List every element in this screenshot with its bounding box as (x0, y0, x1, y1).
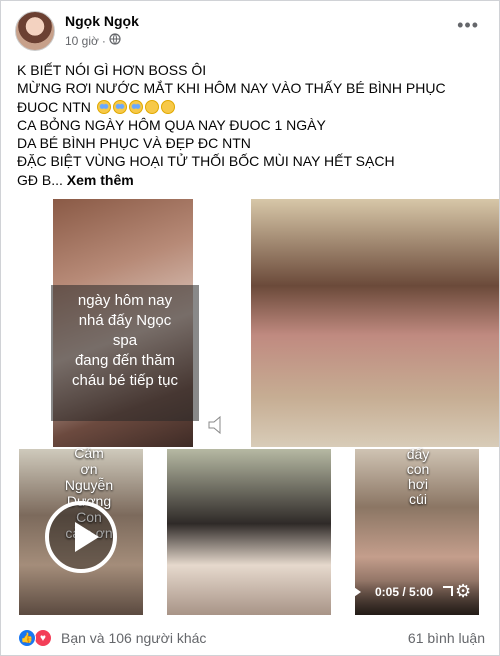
post-text-line: DA BÉ BÌNH PHỤC VÀ ĐẸP ĐC NTN (17, 135, 251, 152)
post-text-line: MỪNG RƠI NƯỚC MẮT KHI HÔM NAY VÀO THẤY B… (17, 80, 446, 97)
reaction-count[interactable]: Bạn và 106 người khác (61, 630, 206, 646)
post-time[interactable]: 10 giờ (65, 34, 99, 48)
video-time: 0:05 / 5:00 (375, 585, 434, 599)
post-text-line: ĐẶC BIỆT VÙNG HOẠI TỬ THỐI BỐC MÙI NAY H… (17, 153, 395, 170)
gear-icon[interactable]: ⚙ (455, 582, 471, 600)
post-photo-3[interactable] (167, 449, 331, 615)
post-text: K BIẾT NÓI GÌ HƠN BOSS ÔI MỪNG RƠI NƯỚC … (17, 61, 487, 189)
see-more-link[interactable]: Xem thêm (67, 172, 134, 188)
post-text-line: CA BỎNG NGÀY HÔM QUA NAY ĐUOC 1 NGÀY (17, 116, 326, 133)
photo-caption-overlay: ngày hôm nay nhá đấy Ngọc spa đang đến t… (51, 285, 199, 421)
play-video-icon[interactable] (45, 501, 117, 573)
love-reaction-icon[interactable]: ♥ (34, 629, 52, 647)
speaker-icon[interactable] (207, 415, 231, 435)
fullscreen-icon[interactable] (443, 586, 453, 596)
post-text-line: GĐ B... Xem thêm (17, 171, 134, 188)
video-caption-overlay: đấy con hơi cúi (406, 446, 430, 507)
post-photo-2[interactable] (251, 199, 499, 447)
author-name[interactable]: Ngọk Ngọk (65, 13, 139, 29)
author-avatar[interactable] (15, 11, 55, 51)
post-card: Ngọk Ngọk 10 giờ · ••• K BIẾT NÓI GÌ HƠN… (0, 0, 500, 656)
sad-emoji-icon (144, 99, 159, 114)
crying-emoji-icon (112, 99, 127, 114)
sad-emoji-icon (160, 99, 175, 114)
post-meta: 10 giờ · (65, 33, 121, 48)
more-options-icon[interactable]: ••• (457, 16, 479, 34)
public-globe-icon (109, 33, 121, 48)
crying-emoji-icon (128, 99, 143, 114)
comment-count[interactable]: 61 bình luận (408, 630, 485, 646)
post-header: Ngọk Ngọk 10 giờ · ••• (1, 1, 500, 59)
meta-separator: · (101, 33, 106, 48)
post-text-line: ĐUOC NTN (17, 98, 487, 116)
post-footer: 👍 ♥ Bạn và 106 người khác 61 bình luận (1, 621, 500, 651)
video-play-icon[interactable] (351, 585, 361, 599)
crying-emoji-icon (96, 99, 111, 114)
post-text-line: K BIẾT NÓI GÌ HƠN BOSS ÔI (17, 62, 207, 78)
like-reaction-icon[interactable]: 👍 (18, 629, 36, 647)
